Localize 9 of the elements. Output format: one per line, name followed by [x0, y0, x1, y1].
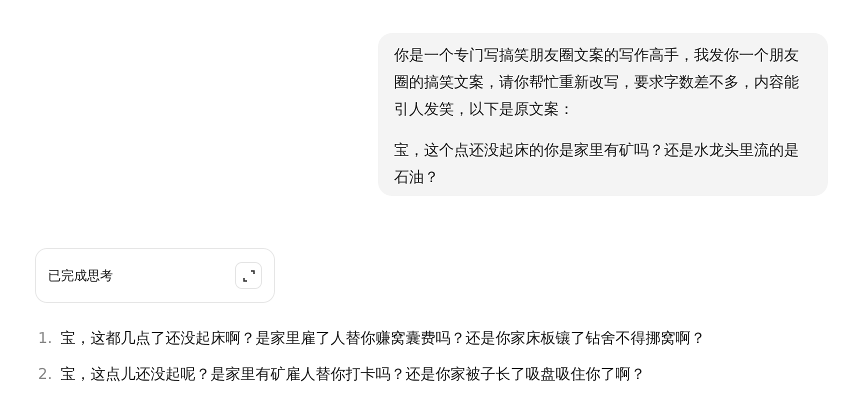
- list-number: 1.: [38, 328, 52, 349]
- expand-button[interactable]: [235, 262, 262, 289]
- expand-icon: [242, 270, 254, 282]
- list-number: 2.: [38, 364, 52, 385]
- message-text: 宝，这个点还没起床的你是家里有矿吗？还是水龙头里流的是石油？: [394, 140, 800, 188]
- message-text: 你是一个专门写搞笑朋友圈文案的写作高手，我发你一个朋友圈的搞笑文案，请你帮忙重新改写，要求字数差不多，内容能引人发笑，以下是原文案：: [394, 45, 800, 120]
- answer-text: 宝，这都几点了还没起床啊？是家里雇了人替你赚窝囊费吗？还是你家床板镶了钻舍不得挪窝啊？: [60, 328, 706, 349]
- thinking-status: 已完成思考: [48, 268, 113, 284]
- answer-text: 宝，这点儿还没起呢？是家里有矿雇人替你打卡吗？还是你家被子长了吸盘吸住你了啊？: [60, 364, 646, 385]
